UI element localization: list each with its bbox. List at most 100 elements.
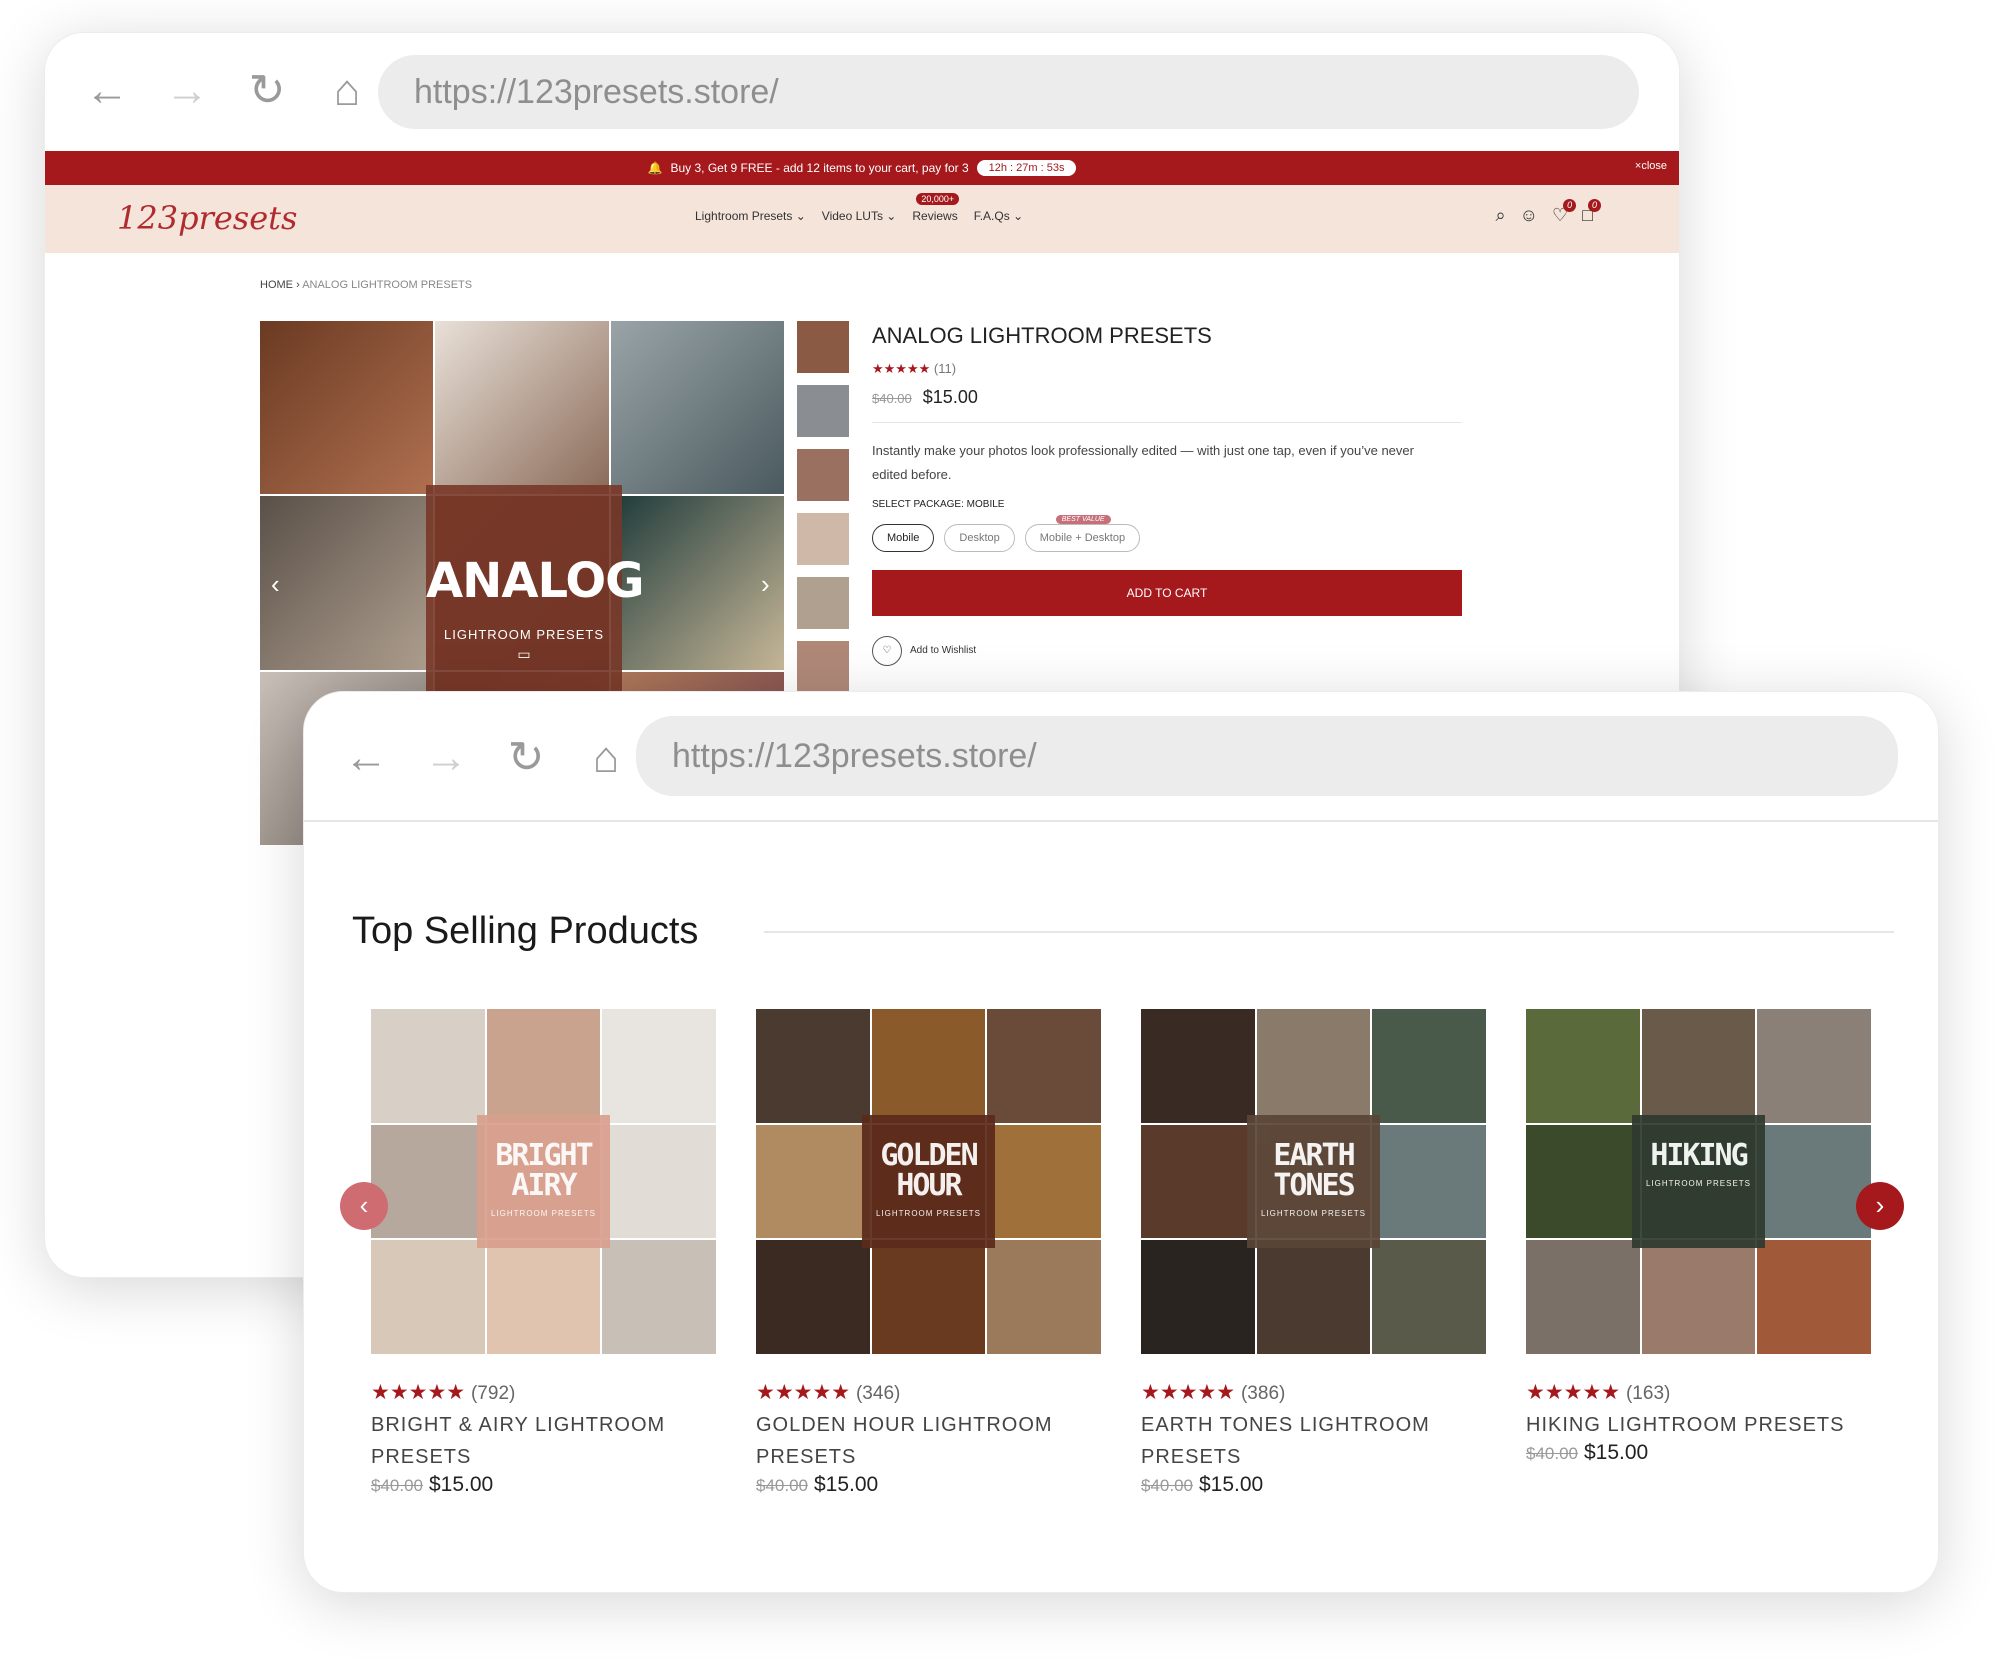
- product-image-overlay: GOLDEN HOUR LIGHTROOM PRESETS: [862, 1115, 995, 1248]
- star-rating-icon: ★★★★★: [872, 361, 931, 376]
- nav-video-luts[interactable]: Video LUTs ⌄: [822, 209, 897, 223]
- forward-arrow-icon[interactable]: →: [418, 730, 474, 786]
- carousel-prev-button[interactable]: ‹: [340, 1182, 388, 1230]
- back-arrow-icon[interactable]: ←: [79, 63, 135, 119]
- product-price: $40.00 $15.00: [371, 1473, 716, 1497]
- add-to-wishlist[interactable]: ♡ Add to Wishlist: [872, 636, 1462, 666]
- nav-lightroom-presets[interactable]: Lightroom Presets ⌄: [695, 209, 806, 223]
- breadcrumb-home[interactable]: HOME: [260, 279, 293, 291]
- chevron-down-icon: ⌄: [1013, 209, 1024, 223]
- section-title: Top Selling Products: [352, 910, 699, 952]
- overlay-subtitle: LIGHTROOM PRESETS: [1645, 1179, 1751, 1188]
- breadcrumb-current: ANALOG LIGHTROOM PRESETS: [302, 279, 473, 291]
- best-value-badge: BEST VALUE: [1055, 515, 1111, 524]
- thumbnail[interactable]: [797, 577, 849, 629]
- card-photo: [1141, 1009, 1255, 1123]
- product-card[interactable]: BRIGHT AIRY LIGHTROOM PRESETS ★★★★★ (792…: [371, 1009, 716, 1497]
- breadcrumb: HOME › ANALOG LIGHTROOM PRESETS: [260, 279, 472, 291]
- card-photo: [1757, 1009, 1871, 1123]
- card-photo: [371, 1124, 485, 1239]
- reload-icon[interactable]: ↻: [239, 63, 295, 119]
- product-image[interactable]: EARTH TONES LIGHTROOM PRESETS: [1141, 1009, 1486, 1354]
- thumbnail[interactable]: [797, 449, 849, 501]
- product-rating: ★★★★★ (163): [1526, 1380, 1871, 1405]
- cart-bag-icon[interactable]: □ 0: [1582, 199, 1601, 226]
- gallery-photo: [610, 321, 784, 495]
- reload-icon[interactable]: ↻: [498, 730, 554, 786]
- gallery-next-arrow-icon[interactable]: ›: [761, 569, 770, 600]
- divider: [872, 422, 1462, 423]
- review-count[interactable]: (11): [934, 361, 956, 376]
- product-image[interactable]: GOLDEN HOUR LIGHTROOM PRESETS: [756, 1009, 1101, 1354]
- product-name[interactable]: HIKING LIGHTROOM PRESETS: [1526, 1409, 1871, 1441]
- heart-icon: ♡: [872, 636, 902, 666]
- address-bar[interactable]: https://123presets.store/: [636, 716, 1898, 796]
- chevron-down-icon: ⌄: [795, 209, 806, 223]
- stage: ← → ↻ ⌂ https://123presets.store/ 🔔 Buy …: [0, 0, 2004, 1674]
- product-card[interactable]: HIKING LIGHTROOM PRESETS ★★★★★ (163) HIK…: [1526, 1009, 1871, 1497]
- browser-nav: ← → ↻ ⌂: [338, 730, 634, 786]
- package-desktop[interactable]: Desktop: [944, 524, 1015, 552]
- section-divider: [764, 931, 1894, 933]
- card-photo: [1256, 1009, 1371, 1123]
- package-mobile-desktop[interactable]: BEST VALUE Mobile + Desktop: [1024, 515, 1141, 552]
- product-price: $40.00 $15.00: [872, 387, 1462, 408]
- card-photo: [756, 1009, 870, 1123]
- card-photo: [602, 1124, 716, 1239]
- chevron-left-icon: ‹: [359, 1190, 369, 1220]
- product-description: Instantly make your photos look professi…: [872, 443, 1414, 482]
- card-photo: [1526, 1009, 1640, 1123]
- product-title: ANALOG LIGHTROOM PRESETS: [872, 323, 1212, 348]
- product-name[interactable]: BRIGHT & AIRY LIGHTROOM PRESETS: [371, 1409, 716, 1473]
- review-count: (346): [855, 1383, 901, 1404]
- card-photo: [1256, 1240, 1371, 1354]
- product-image[interactable]: BRIGHT AIRY LIGHTROOM PRESETS: [371, 1009, 716, 1354]
- nav-reviews[interactable]: 20,000+ Reviews: [912, 193, 960, 223]
- browser-window-home: ← → ↻ ⌂ https://123presets.store/ Top Se…: [303, 691, 1939, 1593]
- sale-price: $15.00: [922, 387, 978, 407]
- product-image-overlay: EARTH TONES LIGHTROOM PRESETS: [1247, 1115, 1380, 1248]
- product-rating: ★★★★★ (11): [872, 361, 1462, 377]
- chevron-down-icon: ⌄: [886, 209, 897, 223]
- sale-price: $15.00: [1584, 1441, 1649, 1464]
- home-icon[interactable]: ⌂: [319, 63, 375, 119]
- back-arrow-icon[interactable]: ←: [338, 730, 394, 786]
- package-mobile[interactable]: Mobile: [872, 524, 935, 552]
- home-icon[interactable]: ⌂: [578, 730, 634, 786]
- overlay-subtitle: LIGHTROOM PRESETS: [490, 1209, 596, 1218]
- product-price: $40.00 $15.00: [1141, 1473, 1486, 1497]
- product-image-overlay: BRIGHT AIRY LIGHTROOM PRESETS: [477, 1115, 610, 1248]
- product-name[interactable]: EARTH TONES LIGHTROOM PRESETS: [1141, 1409, 1486, 1473]
- product-card[interactable]: EARTH TONES LIGHTROOM PRESETS ★★★★★ (386…: [1141, 1009, 1486, 1497]
- product-image[interactable]: HIKING LIGHTROOM PRESETS: [1526, 1009, 1871, 1354]
- announcement-bar: 🔔 Buy 3, Get 9 FREE - add 12 items to yo…: [45, 151, 1679, 185]
- overlay-title: BRIGHT AIRY: [495, 1138, 593, 1203]
- announcement-close[interactable]: ×close: [1635, 160, 1667, 172]
- thumbnail[interactable]: [797, 513, 849, 565]
- wishlist-heart-icon[interactable]: ♡ 0: [1552, 199, 1577, 226]
- carousel-next-button[interactable]: ›: [1856, 1182, 1904, 1230]
- product-name[interactable]: GOLDEN HOUR LIGHTROOM PRESETS: [756, 1409, 1101, 1473]
- account-icon[interactable]: ☺: [1520, 205, 1538, 226]
- card-photo: [1757, 1124, 1871, 1239]
- browser-nav: ← → ↻ ⌂: [79, 63, 375, 119]
- thumbnail[interactable]: [797, 385, 849, 437]
- site-logo[interactable]: 123presets: [117, 199, 297, 237]
- thumbnail[interactable]: [797, 641, 849, 693]
- gallery-prev-arrow-icon[interactable]: ‹: [271, 569, 280, 600]
- browser-toolbar: ← → ↻ ⌂ https://123presets.store/: [304, 692, 1938, 822]
- search-icon[interactable]: ⌕: [1496, 205, 1506, 226]
- add-to-cart-button[interactable]: ADD TO CART: [872, 570, 1462, 616]
- gallery-photo: [260, 321, 434, 495]
- product-rating: ★★★★★ (346): [756, 1380, 1101, 1405]
- gallery-photo: [260, 496, 434, 670]
- address-bar[interactable]: https://123presets.store/: [378, 55, 1639, 129]
- gallery-overlay-title: ANALOG: [426, 553, 645, 609]
- thumbnail[interactable]: [797, 321, 849, 373]
- product-image-overlay: HIKING LIGHTROOM PRESETS: [1632, 1115, 1765, 1248]
- review-count: (792): [470, 1383, 516, 1404]
- product-card[interactable]: GOLDEN HOUR LIGHTROOM PRESETS ★★★★★ (346…: [756, 1009, 1101, 1497]
- nav-faqs[interactable]: F.A.Qs ⌄: [974, 209, 1023, 223]
- card-photo: [602, 1009, 716, 1123]
- forward-arrow-icon[interactable]: →: [159, 63, 215, 119]
